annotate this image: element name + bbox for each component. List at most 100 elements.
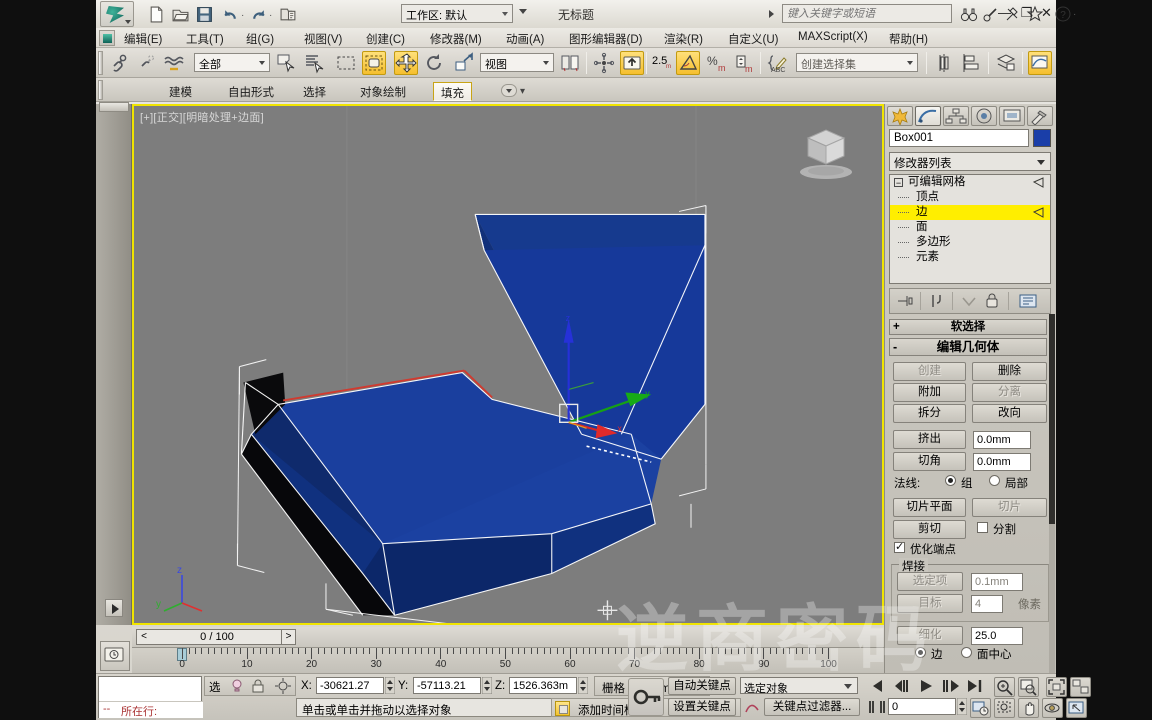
modifier-stack[interactable]: − 可编辑网格 顶点 边 面 多边形 元素 bbox=[889, 174, 1051, 284]
show-end-result-icon[interactable] bbox=[1033, 207, 1045, 218]
use-selection-center-button[interactable] bbox=[592, 51, 616, 75]
toolbar-grip[interactable] bbox=[98, 51, 103, 75]
frame-spinner-arrows[interactable] bbox=[957, 698, 967, 715]
system-menu-button[interactable] bbox=[99, 30, 115, 46]
orbit-button[interactable] bbox=[1042, 698, 1063, 718]
play-animation-icon[interactable] bbox=[916, 678, 936, 694]
left-toolbar-grip[interactable] bbox=[99, 102, 129, 112]
auto-key-button[interactable]: 自动关键点 bbox=[668, 677, 736, 695]
search-expand-arrow[interactable] bbox=[769, 10, 774, 18]
select-object-button[interactable] bbox=[274, 51, 298, 75]
select-by-name-button[interactable] bbox=[302, 51, 326, 75]
menu-item-views[interactable]: 视图(V) bbox=[304, 31, 342, 47]
maximize-button[interactable]: ❐ bbox=[1018, 4, 1035, 21]
pan-view-button[interactable] bbox=[1018, 698, 1039, 718]
rollout-edit-geometry[interactable]: - 编辑几何体 bbox=[889, 338, 1047, 356]
configure-sets-icon[interactable] bbox=[1018, 293, 1038, 309]
view-cube-widget[interactable] bbox=[790, 122, 860, 182]
zoom-all-button[interactable] bbox=[1018, 677, 1039, 697]
y-coord-field[interactable]: -57113.21 bbox=[413, 677, 481, 694]
snaps-toggle-button[interactable] bbox=[620, 51, 644, 75]
reference-coordinate-combo[interactable]: 视图 bbox=[480, 53, 554, 72]
refine-ends-checkbox[interactable] bbox=[894, 540, 905, 553]
viewport[interactable]: z y x z y [+][正交][明暗处理+边面] bbox=[132, 104, 884, 625]
viewport-expand-button[interactable] bbox=[105, 599, 123, 617]
weld-threshold-field[interactable]: 0.1mm bbox=[971, 573, 1023, 591]
weld-target-pixels-field[interactable]: 4 bbox=[971, 595, 1003, 613]
detach-button[interactable]: 分离 bbox=[972, 383, 1047, 402]
go-to-end-icon[interactable] bbox=[966, 678, 986, 694]
menu-item-tools[interactable]: 工具(T) bbox=[186, 31, 224, 47]
display-tab[interactable] bbox=[999, 106, 1025, 126]
spinner-snap-toggle[interactable]: m bbox=[732, 51, 756, 75]
modify-tab[interactable] bbox=[915, 106, 941, 126]
key-light-icon[interactable] bbox=[229, 678, 245, 694]
normals-group-radio[interactable] bbox=[945, 475, 956, 486]
divide-button[interactable]: 拆分 bbox=[893, 404, 966, 423]
z-coord-field[interactable]: 1526.363m bbox=[509, 677, 577, 694]
tessellate-by-edge-radio[interactable] bbox=[915, 647, 926, 658]
zoom-button[interactable] bbox=[994, 677, 1015, 697]
next-frame-icon[interactable] bbox=[940, 678, 962, 694]
ribbon-tab-object-paint[interactable]: 对象绘制 bbox=[353, 82, 413, 101]
collapse-toggle-icon[interactable]: − bbox=[894, 178, 903, 188]
rectangular-selection-region-button[interactable] bbox=[334, 51, 358, 75]
search-field[interactable] bbox=[782, 4, 952, 23]
stack-item-editable-mesh[interactable]: − 可编辑网格 bbox=[890, 175, 1050, 190]
edit-named-selection-sets-button[interactable]: ABC bbox=[766, 51, 790, 75]
create-button[interactable]: 创建 bbox=[893, 362, 966, 381]
help-icon[interactable]: ? bbox=[1054, 5, 1072, 23]
minimize-button[interactable]: — bbox=[996, 4, 1013, 21]
window-crossing-toggle[interactable] bbox=[362, 51, 386, 75]
percent-snap-toggle[interactable]: % m bbox=[704, 51, 728, 75]
ribbon-tab-populate[interactable]: 填充 bbox=[433, 82, 472, 101]
weld-target-button[interactable]: 目标 bbox=[897, 594, 963, 613]
menu-item-rendering[interactable]: 渲染(R) bbox=[664, 31, 703, 47]
scrollbar-thumb[interactable] bbox=[1049, 314, 1055, 524]
zoom-extents-button[interactable] bbox=[1046, 677, 1067, 697]
normals-local-radio[interactable] bbox=[989, 475, 1000, 486]
menu-item-graph-editors[interactable]: 图形编辑器(D) bbox=[569, 31, 642, 47]
motion-tab[interactable] bbox=[971, 106, 997, 126]
unlink-selection-button[interactable] bbox=[134, 51, 158, 75]
stack-item-element[interactable]: 元素 bbox=[890, 250, 1050, 265]
frame-navigator[interactable]: < 0 / 100 > bbox=[136, 629, 296, 645]
stack-item-vertex[interactable]: 顶点 bbox=[890, 190, 1050, 205]
ribbon-minimize-dropdown[interactable] bbox=[501, 84, 517, 97]
menu-item-animation[interactable]: 动画(A) bbox=[506, 31, 544, 47]
menu-item-modifiers[interactable]: 修改器(M) bbox=[430, 31, 482, 47]
chamfer-button[interactable]: 切角 bbox=[893, 452, 966, 471]
show-end-result-icon[interactable] bbox=[928, 293, 946, 309]
stack-item-edge[interactable]: 边 bbox=[890, 205, 1050, 220]
align-button[interactable] bbox=[960, 51, 984, 75]
add-time-tag-button[interactable] bbox=[555, 701, 570, 716]
slice-plane-button[interactable]: 切片平面 bbox=[893, 498, 966, 517]
current-frame-field[interactable]: 0 bbox=[888, 698, 956, 715]
ribbon-tab-modeling[interactable]: 建模 bbox=[162, 82, 199, 101]
previous-frame-icon[interactable] bbox=[892, 678, 912, 694]
menu-item-create[interactable]: 创建(C) bbox=[366, 31, 405, 47]
tessellate-tension-field[interactable]: 25.0 bbox=[971, 627, 1023, 645]
menu-item-customize[interactable]: 自定义(U) bbox=[728, 31, 778, 47]
viewport-canvas[interactable]: z y x bbox=[134, 106, 882, 624]
menu-item-maxscript[interactable]: MAXScript(X) bbox=[798, 31, 868, 43]
lock-selection-icon[interactable] bbox=[250, 678, 266, 694]
key-curve-icon[interactable] bbox=[744, 699, 760, 715]
ribbon-dropdown-dot[interactable]: ▾ bbox=[520, 86, 525, 97]
remove-modifier-icon[interactable] bbox=[984, 292, 1000, 310]
menu-item-group[interactable]: 组(G) bbox=[246, 31, 274, 47]
layer-manager-button[interactable] bbox=[994, 51, 1018, 75]
show-end-result-icon[interactable] bbox=[1033, 177, 1045, 188]
delete-button[interactable]: 删除 bbox=[972, 362, 1047, 381]
transform-type-in-icon[interactable] bbox=[274, 677, 292, 695]
extrude-amount-field[interactable]: 0.0mm bbox=[973, 431, 1031, 449]
time-ruler[interactable]: 0 10 20 30 40 50 60 70 80 90 100 bbox=[132, 647, 884, 673]
named-selection-sets-combo[interactable]: 创建选择集 bbox=[796, 53, 918, 72]
split-checkbox[interactable] bbox=[977, 522, 988, 533]
key-filters-button[interactable]: 关键点过滤器... bbox=[764, 698, 860, 716]
menu-item-edit[interactable]: 编辑(E) bbox=[124, 31, 162, 47]
go-to-start-icon[interactable] bbox=[868, 678, 888, 694]
key-mode-toggle[interactable] bbox=[628, 678, 664, 716]
stack-item-polygon[interactable]: 多边形 bbox=[890, 235, 1050, 250]
y-spinner-arrows[interactable] bbox=[482, 677, 492, 694]
